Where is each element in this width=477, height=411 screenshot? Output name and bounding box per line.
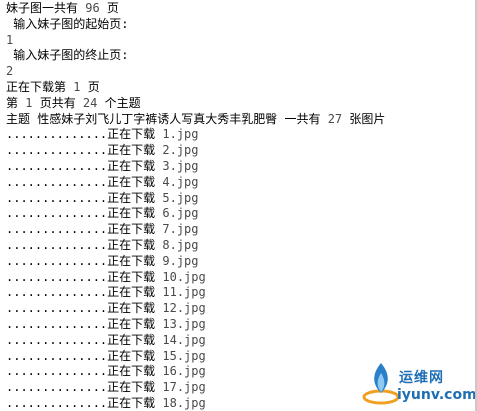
console-line: ..............正在下载 10.jpg [6, 270, 385, 286]
console-value: 17.jpg [162, 380, 206, 395]
console-line: 输入妹子图的终止页: [6, 48, 385, 64]
console-value: 6.jpg [162, 206, 199, 221]
console-value: 1 [6, 32, 14, 47]
console-text: ..............正在下载 [6, 348, 163, 363]
console-text: ..............正在下载 [6, 380, 163, 395]
console-line: ..............正在下载 9.jpg [6, 254, 385, 270]
site-watermark: 运维网 iyunv.com [359, 353, 475, 409]
console-text: 页 [99, 1, 119, 15]
console-value: 15.jpg [162, 348, 206, 363]
console-text: ..............正在下载 [6, 190, 163, 205]
console-text: 输入妹子图的终止页: [6, 48, 129, 63]
console-line: 正在下载第 1 页 [6, 80, 385, 96]
console-text: ..............正在下载 [6, 206, 163, 221]
console-value: 2 [6, 64, 14, 79]
console-line: ..............正在下载 2.jpg [6, 143, 385, 159]
console-line: 第 1 页共有 24 个主题 [6, 96, 385, 112]
console-line: ..............正在下载 4.jpg [6, 175, 385, 191]
console-line: ..............正在下载 12.jpg [6, 301, 385, 317]
console-value: 1.jpg [162, 127, 199, 142]
console-text: 页 [80, 79, 100, 94]
console-text: 个主题 [97, 95, 141, 110]
console-line: ..............正在下载 15.jpg [6, 349, 385, 365]
console-value: 4.jpg [162, 174, 199, 189]
console-line: ..............正在下载 11.jpg [6, 285, 385, 301]
console-text: ..............正在下载 [6, 158, 163, 173]
console-text: 主题 性感妹子刘飞儿丁字裤诱人写真大秀丰乳肥臀 一共有 [6, 111, 328, 126]
console-text: 张图片 [342, 111, 386, 126]
console-value: 2.jpg [162, 143, 199, 158]
console-value: 14.jpg [162, 332, 206, 347]
console-value: 8.jpg [162, 237, 199, 252]
console-value: 96 [85, 1, 100, 15]
console-value: 24 [82, 95, 98, 110]
console-line: ..............正在下载 16.jpg [6, 364, 385, 380]
console-line: ..............正在下载 13.jpg [6, 317, 385, 333]
console-text: ..............正在下载 [6, 301, 163, 316]
console-text: ..............正在下载 [6, 395, 163, 410]
console-text: ..............正在下载 [6, 332, 163, 347]
console-text: 妹子图一共有 [6, 1, 86, 15]
console-text: 第 [6, 95, 26, 110]
console-line: ..............正在下载 8.jpg [6, 238, 385, 254]
console-value: 12.jpg [162, 301, 206, 316]
console-line: 1 [6, 33, 385, 49]
console-text: ..............正在下载 [6, 174, 163, 189]
console-window[interactable]: 妹子图一共有 96 页 输入妹子图的起始页: 1 输入妹子图的终止页: 2 正在下载第… [0, 0, 477, 411]
console-line: ..............正在下载 5.jpg [6, 191, 385, 207]
console-line: 2 [6, 64, 385, 80]
console-text: ..............正在下载 [6, 285, 163, 300]
console-text: ..............正在下载 [6, 269, 163, 284]
console-line: ..............正在下载 6.jpg [6, 206, 385, 222]
console-output: 妹子图一共有 96 页 输入妹子图的起始页: 1 输入妹子图的终止页: 2 正在下载第… [6, 1, 385, 411]
console-value: 27 [327, 111, 343, 126]
console-line: ..............正在下载 1.jpg [6, 127, 385, 143]
console-text: 正在下载第 [6, 79, 74, 94]
console-value: 10.jpg [162, 269, 206, 284]
console-line: ..............正在下载 18.jpg [6, 396, 385, 411]
console-value: 18.jpg [162, 395, 206, 410]
console-text: ..............正在下载 [6, 253, 163, 268]
console-text: ..............正在下载 [6, 143, 163, 158]
console-value: 5.jpg [162, 190, 199, 205]
console-line: 输入妹子图的起始页: [6, 17, 385, 33]
console-line: 主题 性感妹子刘飞儿丁字裤诱人写真大秀丰乳肥臀 一共有 27 张图片 [6, 112, 385, 128]
console-line: ..............正在下载 17.jpg [6, 380, 385, 396]
watermark-text-cn: 运维网 [399, 370, 444, 386]
console-line: ..............正在下载 7.jpg [6, 222, 385, 238]
console-text: ..............正在下载 [6, 364, 163, 379]
console-text: 页共有 [32, 95, 83, 110]
console-text: ..............正在下载 [6, 316, 163, 331]
console-line: ..............正在下载 3.jpg [6, 159, 385, 175]
console-value: 13.jpg [162, 316, 206, 331]
console-line: ..............正在下载 14.jpg [6, 333, 385, 349]
console-value: 11.jpg [162, 285, 206, 300]
console-value: 9.jpg [162, 253, 199, 268]
console-line: 妹子图一共有 96 页 [6, 1, 385, 17]
console-text: ..............正在下载 [6, 222, 163, 237]
console-text: 输入妹子图的起始页: [6, 16, 129, 31]
console-value: 7.jpg [162, 222, 199, 237]
flame-logo-icon [362, 363, 400, 405]
console-text: ..............正在下载 [6, 127, 163, 142]
console-value: 3.jpg [162, 158, 199, 173]
console-text: ..............正在下载 [6, 237, 163, 252]
watermark-text-en: iyunv.com [397, 387, 477, 403]
console-value: 16.jpg [162, 364, 206, 379]
